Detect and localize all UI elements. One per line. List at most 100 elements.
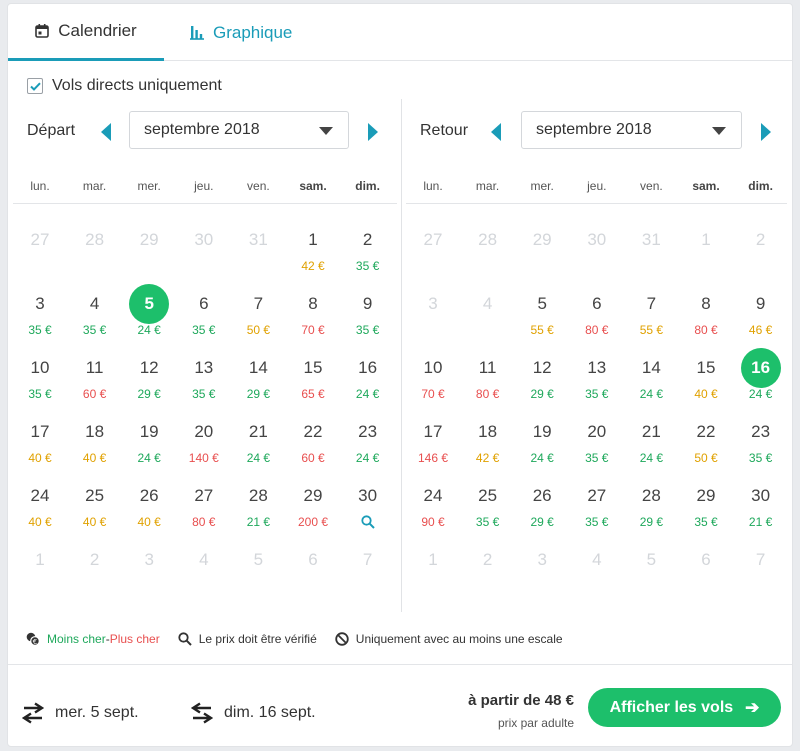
departure-day-cell[interactable]: 6 35 € xyxy=(177,286,231,350)
departure-day-cell: 29 xyxy=(122,222,176,286)
legend-verify-text: Le prix doit être vérifié xyxy=(198,632,317,646)
departure-day-cell[interactable]: 19 24 € xyxy=(122,414,176,478)
return-day-cell[interactable]: 25 35 € xyxy=(461,478,515,542)
return-day-cell[interactable]: 8 80 € xyxy=(679,286,733,350)
departure-day-cell[interactable]: 8 70 € xyxy=(286,286,340,350)
departure-day-cell[interactable]: 24 40 € xyxy=(13,478,67,542)
departure-month-select[interactable]: septembre 2018 xyxy=(129,111,349,149)
departure-day-cell[interactable]: 27 80 € xyxy=(177,478,231,542)
departure-day-cell[interactable]: 26 40 € xyxy=(122,478,176,542)
day-number: 27 xyxy=(587,486,607,505)
return-month-select[interactable]: septembre 2018 xyxy=(521,111,742,149)
show-flights-button[interactable]: Afficher les vols ➔ xyxy=(588,688,781,727)
departure-day-cell[interactable]: 25 40 € xyxy=(68,478,122,542)
day-price: 40 € xyxy=(694,387,718,401)
day-price: 40 € xyxy=(28,451,52,465)
day-number: 5 xyxy=(253,550,264,569)
departure-day-cell[interactable]: 12 29 € xyxy=(122,350,176,414)
day-number: 15 xyxy=(303,358,323,377)
departure-day-cell[interactable]: 18 40 € xyxy=(68,414,122,478)
day-number: 1 xyxy=(428,550,438,569)
departure-day-cell[interactable]: 5 24 € xyxy=(122,284,176,350)
return-day-cell[interactable]: 18 42 € xyxy=(461,414,515,478)
return-next-month-button[interactable] xyxy=(761,123,771,141)
departure-day-cell: 3 xyxy=(122,542,176,606)
return-day-cell[interactable]: 10 70 € xyxy=(406,350,460,414)
day-price: 21 € xyxy=(246,515,271,529)
day-price: 29 € xyxy=(530,515,554,529)
return-day-cell[interactable]: 14 24 € xyxy=(624,350,678,414)
search-icon[interactable] xyxy=(360,515,375,529)
departure-day-cell[interactable]: 23 24 € xyxy=(341,414,395,478)
departure-day-cell[interactable]: 14 29 € xyxy=(231,350,285,414)
day-price: 35 € xyxy=(192,387,216,401)
return-day-cell[interactable]: 12 29 € xyxy=(515,350,569,414)
return-day-cell[interactable]: 17 146 € xyxy=(406,414,460,478)
return-day-cell[interactable]: 11 80 € xyxy=(461,350,515,414)
day-price: 40 € xyxy=(82,515,107,529)
return-day-cell[interactable]: 22 50 € xyxy=(679,414,733,478)
departure-day-cell[interactable]: 17 40 € xyxy=(13,414,67,478)
direct-only-checkbox[interactable] xyxy=(27,78,43,94)
return-day-cell[interactable]: 27 35 € xyxy=(570,478,624,542)
plane-departure-icon xyxy=(22,702,44,724)
day-price: 80 € xyxy=(694,323,718,337)
departure-day-cell[interactable]: 13 35 € xyxy=(177,350,231,414)
departure-day-cell[interactable]: 7 50 € xyxy=(231,286,285,350)
day-price: 60 € xyxy=(82,387,107,401)
tab-calendar[interactable]: Calendrier xyxy=(8,4,164,61)
return-day-cell[interactable]: 5 55 € xyxy=(515,286,569,350)
outbound-date: mer. 5 sept. xyxy=(55,704,139,721)
return-day-cell[interactable]: 30 21 € xyxy=(734,478,788,542)
tab-chart[interactable]: Graphique xyxy=(190,4,292,61)
return-day-cell[interactable]: 7 55 € xyxy=(624,286,678,350)
day-price: 40 € xyxy=(82,451,107,465)
return-day-cell[interactable]: 21 24 € xyxy=(624,414,678,478)
departure-day-cell: 5 xyxy=(231,542,285,606)
return-day-cell: 4 xyxy=(461,286,515,350)
day-price: 55 € xyxy=(530,323,554,337)
day-number: 5 xyxy=(537,294,547,313)
weekday-label: sam. xyxy=(692,179,720,193)
return-day-cell[interactable]: 6 80 € xyxy=(570,286,624,350)
departure-day-cell[interactable]: 28 21 € xyxy=(231,478,285,542)
return-day-cell[interactable]: 15 40 € xyxy=(679,350,733,414)
departure-day-cell[interactable]: 1 42 € xyxy=(286,222,340,286)
departure-day-cell[interactable]: 9 35 € xyxy=(341,286,395,350)
departure-day-cell[interactable]: 4 35 € xyxy=(68,286,122,350)
return-day-cell[interactable]: 20 35 € xyxy=(570,414,624,478)
return-day-cell[interactable]: 28 29 € xyxy=(624,478,678,542)
departure-day-cell: 27 xyxy=(13,222,67,286)
day-price: 80 € xyxy=(585,323,609,337)
direct-only-option[interactable]: Vols directs uniquement xyxy=(27,77,222,95)
return-prev-month-button[interactable] xyxy=(491,123,501,141)
departure-day-cell: 6 xyxy=(286,542,340,606)
departure-prev-month-button[interactable] xyxy=(101,123,111,141)
departure-day-cell[interactable]: 3 35 € xyxy=(13,286,67,350)
departure-day-cell[interactable]: 2 35 € xyxy=(341,222,395,286)
departure-day-cell[interactable]: 22 60 € xyxy=(286,414,340,478)
return-day-cell[interactable]: 19 24 € xyxy=(515,414,569,478)
day-number: 29 xyxy=(696,486,716,505)
departure-day-cell[interactable]: 16 24 € xyxy=(341,350,395,414)
departure-day-cell[interactable]: 10 35 € xyxy=(13,350,67,414)
departure-day-cell[interactable]: 11 60 € xyxy=(68,350,122,414)
departure-day-cell[interactable]: 20 140 € xyxy=(177,414,231,478)
return-day-cell[interactable]: 16 24 € xyxy=(734,348,788,414)
return-day-cell[interactable]: 29 35 € xyxy=(679,478,733,542)
day-number: 2 xyxy=(482,550,493,569)
departure-day-cell[interactable]: 21 24 € xyxy=(231,414,285,478)
return-day-cell[interactable]: 13 35 € xyxy=(570,350,624,414)
departure-next-month-button[interactable] xyxy=(368,123,378,141)
weekday-label: sam. xyxy=(299,179,327,193)
day-price: 35 € xyxy=(192,323,216,337)
departure-day-cell[interactable]: 15 65 € xyxy=(286,350,340,414)
return-day-cell[interactable]: 23 35 € xyxy=(734,414,788,478)
departure-day-cell: 2 xyxy=(68,542,122,606)
departure-day-cell[interactable]: 29 200 € xyxy=(286,478,340,542)
return-day-cell[interactable]: 26 29 € xyxy=(515,478,569,542)
return-day-cell[interactable]: 24 90 € xyxy=(406,478,460,542)
return-day-cell[interactable]: 9 46 € xyxy=(734,286,788,350)
departure-day-cell[interactable]: 30 xyxy=(341,478,395,542)
day-price: 35 € xyxy=(28,323,52,337)
